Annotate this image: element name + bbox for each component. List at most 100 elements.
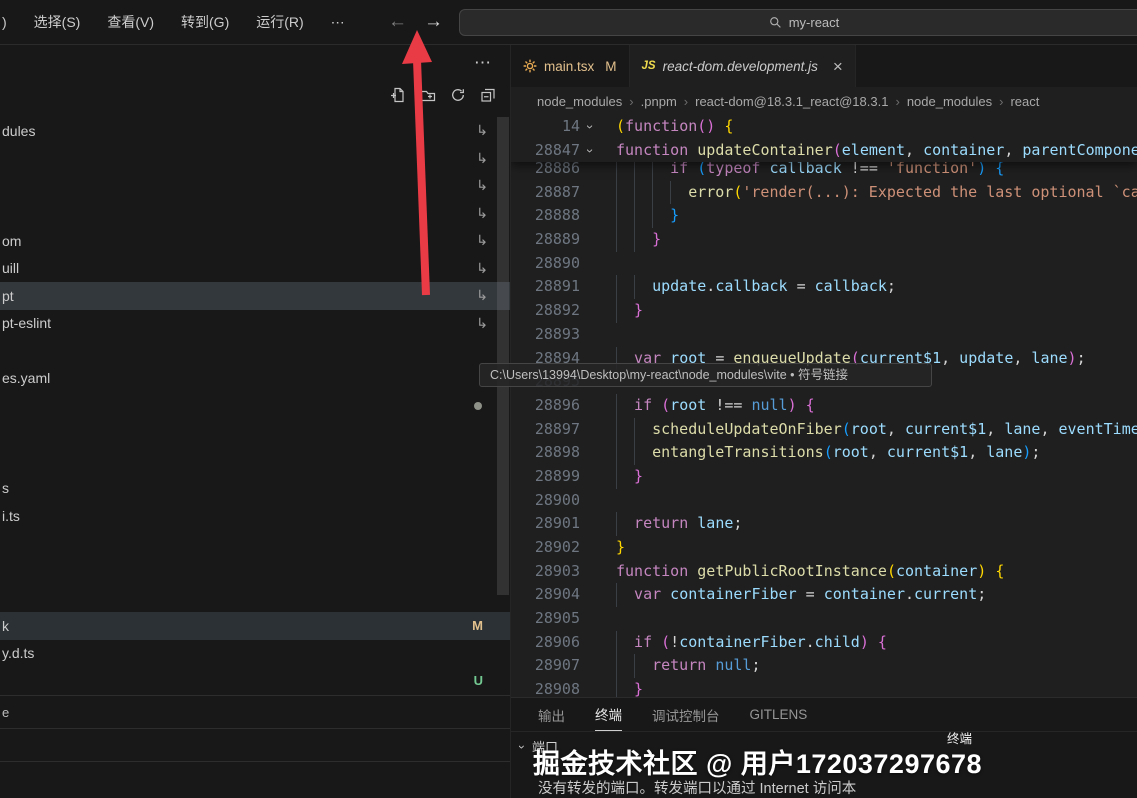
breadcrumb-item[interactable]: node_modules — [537, 94, 622, 109]
breadcrumb-item[interactable]: react-dom@18.3.1_react@18.3.1 — [695, 94, 888, 109]
line-number: 14 — [511, 115, 580, 139]
code-line: 28896if (root !== null) { — [511, 394, 1137, 418]
code-token: callback — [715, 275, 787, 299]
code-token: function — [616, 139, 688, 163]
explorer-row[interactable] — [0, 530, 510, 558]
chevron-right-icon: › — [895, 94, 899, 109]
collapse-all-icon[interactable] — [480, 87, 496, 103]
close-icon[interactable]: × — [833, 58, 843, 75]
code-text: } — [601, 678, 1137, 697]
command-center-search[interactable]: my-react — [459, 9, 1137, 36]
code-text — [601, 607, 1137, 631]
explorer-row[interactable] — [0, 420, 510, 448]
breadcrumb-item[interactable]: node_modules — [907, 94, 992, 109]
code-line: 28907return null; — [511, 654, 1137, 678]
tab-label: main.tsx — [544, 59, 594, 74]
code-token — [652, 394, 661, 418]
line-number: 28890 — [511, 252, 580, 276]
explorer-row[interactable] — [0, 585, 510, 613]
explorer-row[interactable]: pt-eslint↳ — [0, 310, 510, 338]
panel-tab-debug-console[interactable]: 调试控制台 — [652, 698, 720, 731]
fold-chevron-icon[interactable]: › — [580, 139, 601, 163]
fold-chevron-icon[interactable]: › — [580, 115, 601, 139]
modified-badge: M — [605, 59, 616, 74]
editor-tab-react-dom[interactable]: JSreact-dom.development.js× — [630, 45, 856, 87]
symlink-arrow-icon: ↳ — [476, 150, 488, 167]
code-token: ) — [1022, 441, 1031, 465]
code-line: 28901return lane; — [511, 512, 1137, 536]
explorer-row[interactable]: dules↳ — [0, 117, 510, 145]
symlink-arrow-icon: ↳ — [476, 232, 488, 249]
refresh-icon[interactable] — [450, 87, 466, 103]
code-token: containerFiber — [670, 583, 796, 607]
breadcrumb-item[interactable]: react — [1010, 94, 1039, 109]
explorer-row[interactable]: uill↳ — [0, 255, 510, 283]
line-number: 28901 — [511, 512, 580, 536]
code-token: ( — [833, 139, 842, 163]
indent-guide — [634, 441, 652, 465]
explorer-row[interactable]: om↳ — [0, 227, 510, 255]
panel-tab-terminal[interactable]: 终端 — [595, 698, 622, 731]
back-arrow-icon[interactable]: ← — [388, 11, 407, 33]
menu-more[interactable]: ⋯ — [331, 14, 345, 31]
code-token: getPublicRootInstance — [697, 560, 887, 584]
menu-go[interactable]: 转到(G) — [181, 12, 229, 32]
explorer-row[interactable]: ↳ — [0, 145, 510, 173]
sidebar-scrollbar[interactable] — [497, 117, 509, 595]
code-line: 28898entangleTransitions(root, current$1… — [511, 441, 1137, 465]
code-token — [986, 560, 995, 584]
sticky-scroll: 14›(function() {28847›function updateCon… — [511, 115, 1137, 162]
explorer-row[interactable] — [0, 392, 510, 420]
explorer-row[interactable] — [0, 557, 510, 585]
sidebar-section-header[interactable] — [0, 728, 510, 761]
menu-select[interactable]: 选择(S) — [34, 12, 81, 32]
code-line: 28890 — [511, 252, 1137, 276]
explorer-row[interactable]: pt↳ — [0, 282, 510, 310]
explorer-row[interactable]: s — [0, 475, 510, 503]
fold-gutter — [580, 678, 601, 697]
menu-run[interactable]: 运行(R) — [256, 12, 303, 32]
indent-guide — [634, 228, 652, 252]
code-token: scheduleUpdateOnFiber — [652, 418, 842, 442]
editor-tab-main-tsx[interactable]: main.tsx M — [511, 45, 630, 87]
breadcrumb-item[interactable]: .pnpm — [641, 94, 677, 109]
chevron-right-icon: › — [999, 94, 1003, 109]
code-token: ; — [733, 512, 742, 536]
panel-tab-output[interactable]: 输出 — [538, 698, 565, 731]
new-file-icon[interactable] — [390, 87, 406, 103]
fold-gutter — [580, 394, 601, 418]
menu-partial[interactable]: ) — [2, 14, 7, 30]
explorer-row[interactable]: U — [0, 667, 510, 695]
line-number: 28887 — [511, 181, 580, 205]
new-folder-icon[interactable] — [420, 87, 436, 103]
sidebar-section-header[interactable]: e — [0, 695, 510, 728]
explorer-row[interactable]: ↳ — [0, 172, 510, 200]
explorer-row[interactable]: i.ts — [0, 502, 510, 530]
sidebar-section-header[interactable] — [0, 761, 510, 794]
code-token: function — [616, 560, 688, 584]
indent-guide — [616, 678, 634, 697]
explorer-row[interactable] — [0, 447, 510, 475]
explorer-row[interactable]: es.yaml — [0, 365, 510, 393]
explorer-row[interactable]: y.d.ts — [0, 640, 510, 668]
explorer-row[interactable]: kM — [0, 612, 510, 640]
explorer-row[interactable]: ↳ — [0, 200, 510, 228]
code-text: scheduleUpdateOnFiber(root, current$1, l… — [601, 418, 1137, 442]
vscode-window: ) 选择(S) 查看(V) 转到(G) 运行(R) ⋯ ← → my-react ⋯ du… — [0, 0, 1137, 798]
symlink-arrow-icon: ↳ — [476, 122, 488, 139]
ports-section-header[interactable]: › 端口 — [511, 731, 1137, 761]
panel-tab-gitlens[interactable]: GITLENS — [750, 698, 808, 731]
explorer-row[interactable] — [0, 337, 510, 365]
forward-arrow-icon[interactable]: → — [424, 11, 443, 33]
code-token: 'render(...): Expected the last optional… — [742, 181, 1137, 205]
more-actions-icon[interactable]: ⋯ — [474, 53, 492, 73]
code-text: } — [601, 299, 1137, 323]
explorer-file-list: dules↳↳↳↳om↳uill↳pt↳pt-eslint↳es.yamlsi.… — [0, 117, 510, 695]
code-token: container — [824, 583, 905, 607]
line-number: 28904 — [511, 583, 580, 607]
indent-guide — [616, 418, 634, 442]
menu-view[interactable]: 查看(V) — [107, 12, 154, 32]
code-viewport[interactable]: 28886if (typeof callback !== 'function')… — [511, 115, 1137, 697]
indent-guide — [634, 181, 652, 205]
fold-gutter — [580, 418, 601, 442]
